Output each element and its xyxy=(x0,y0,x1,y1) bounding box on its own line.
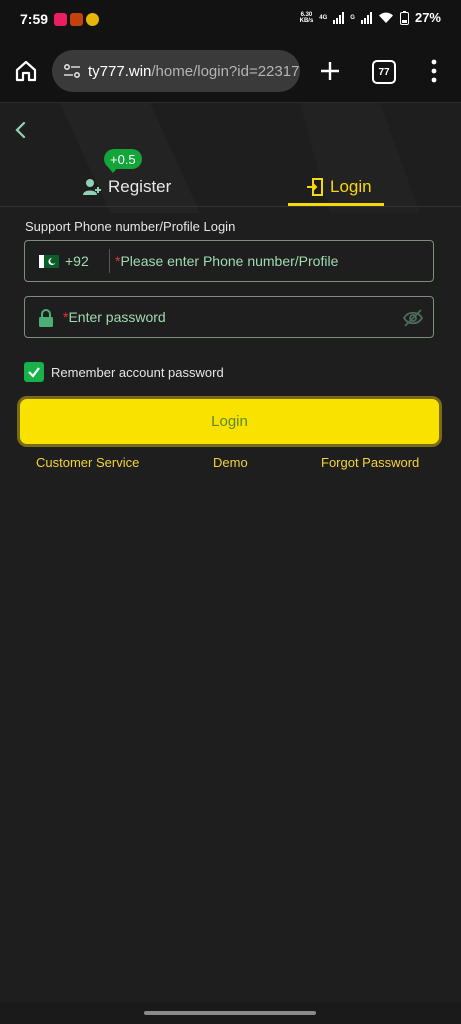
tab-switcher-button[interactable]: 77 xyxy=(372,60,396,84)
support-label: Support Phone number/Profile Login xyxy=(25,219,236,234)
tab-login[interactable]: Login xyxy=(306,169,372,205)
signal-icon xyxy=(360,11,372,24)
home-icon[interactable] xyxy=(14,59,38,83)
status-time: 7:59 xyxy=(20,11,49,27)
tab-register-label: Register xyxy=(108,177,172,196)
lock-icon xyxy=(39,309,53,327)
back-arrow-icon[interactable] xyxy=(10,119,32,141)
demo-link[interactable]: Demo xyxy=(213,455,248,470)
notification-icons xyxy=(54,13,99,26)
url-domain: ty777.win xyxy=(88,62,152,80)
browser-toolbar: ty777.win/home/login?id=22317 77 xyxy=(0,40,461,103)
checkmark-icon xyxy=(28,367,40,378)
remember-checkbox[interactable] xyxy=(24,362,44,382)
site-settings-icon[interactable] xyxy=(62,61,82,81)
remember-label: Remember account password xyxy=(51,364,224,380)
wifi-icon xyxy=(378,12,393,23)
phone-placeholder: Please enter Phone number/Profile xyxy=(120,253,339,269)
phone-input[interactable]: *Please enter Phone number/Profile xyxy=(115,253,338,269)
country-code[interactable]: +92 xyxy=(65,253,89,269)
app-notification-icon xyxy=(54,13,67,26)
tab-login-label: Login xyxy=(330,177,372,196)
phone-field[interactable]: +92 *Please enter Phone number/Profile xyxy=(24,240,434,282)
network-type-g: G xyxy=(350,14,355,21)
network-type-4g: 4G xyxy=(319,14,328,21)
eye-off-icon[interactable] xyxy=(402,307,424,329)
remember-password-row[interactable]: Remember account password xyxy=(24,362,224,382)
battery-percent: 27% xyxy=(414,10,441,25)
password-input[interactable]: *Enter password xyxy=(63,309,166,325)
login-button[interactable]: Login xyxy=(17,396,442,447)
forgot-password-link[interactable]: Forgot Password xyxy=(321,455,419,470)
password-field[interactable]: *Enter password xyxy=(24,296,434,338)
tab-register[interactable]: Register xyxy=(82,169,171,205)
chrome-icon xyxy=(86,13,99,26)
login-door-icon xyxy=(307,178,323,196)
add-user-icon xyxy=(83,179,101,195)
signal-icon xyxy=(333,11,345,24)
register-bonus-badge: +0.5 xyxy=(104,149,142,173)
network-speed: 6.30 KB/s xyxy=(299,11,314,24)
gesture-handle[interactable] xyxy=(144,1011,316,1015)
battery-icon xyxy=(399,10,409,25)
pakistan-flag-icon[interactable] xyxy=(39,255,59,268)
password-placeholder: Enter password xyxy=(68,309,166,325)
status-indicators: 6.30 KB/s 4G G 27% xyxy=(300,10,441,25)
url-path: /home/login?id=22317 xyxy=(151,62,300,80)
new-tab-icon[interactable] xyxy=(318,59,342,83)
more-menu-icon[interactable] xyxy=(428,58,440,84)
tab-divider xyxy=(0,206,461,207)
address-bar[interactable]: ty777.win/home/login?id=22317 xyxy=(52,50,300,92)
url-text: ty777.win/home/login?id=22317 xyxy=(88,63,299,80)
status-bar: 7:59 6.30 KB/s 4G G 27% xyxy=(0,0,461,40)
system-navigation-bar xyxy=(0,1003,461,1024)
customer-service-link[interactable]: Customer Service xyxy=(36,455,139,470)
header-background-decoration xyxy=(0,103,461,213)
app-notification-icon xyxy=(70,13,83,26)
login-page: +0.5 Register Login Support Phone number… xyxy=(0,103,461,1003)
field-separator xyxy=(109,249,110,273)
